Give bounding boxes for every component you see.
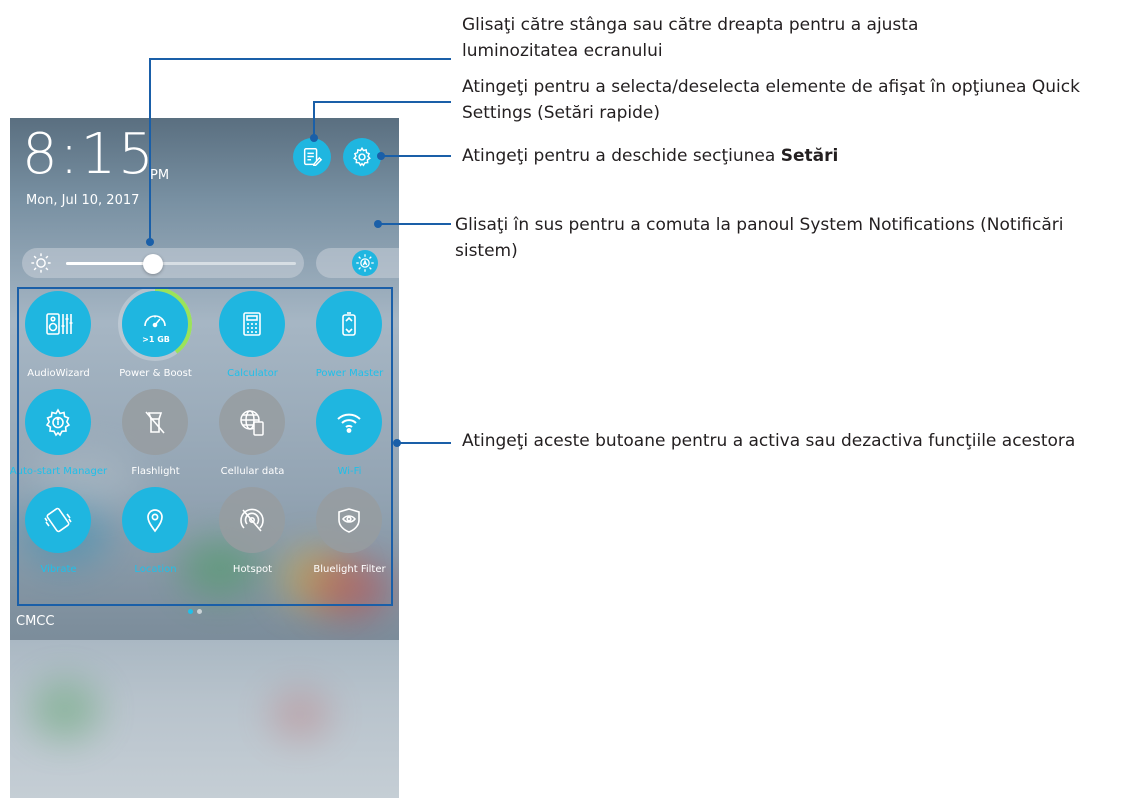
brightness-thumb[interactable] <box>143 254 164 274</box>
brightness-track[interactable] <box>66 254 296 274</box>
sun-icon <box>31 253 51 273</box>
callout-line-edit <box>313 101 451 103</box>
page-dot-active <box>188 609 193 614</box>
settings-button[interactable] <box>343 138 381 176</box>
callout-line-toggles <box>397 442 451 444</box>
auto-brightness-container <box>316 248 399 278</box>
annotation-settings-text: Atingeţi pentru a deschide secţiunea <box>462 146 781 166</box>
edit-quick-settings-button[interactable] <box>293 138 331 176</box>
callout-line-settings <box>381 155 451 157</box>
clock-date: Mon, Jul 10, 2017 <box>26 193 140 208</box>
annotation-settings: Atingeţi pentru a deschide secţiunea Set… <box>462 143 1112 169</box>
annotation-notifications: Glisaţi în sus pentru a comuta la panoul… <box>455 215 1064 261</box>
callout-line-edit <box>313 101 315 138</box>
auto-brightness-icon <box>356 254 374 272</box>
callout-point <box>377 152 385 160</box>
brightness-slider[interactable] <box>22 248 304 278</box>
tiles-callout-box <box>17 287 393 606</box>
background-blur <box>30 680 100 740</box>
carrier-label: CMCC <box>16 614 55 629</box>
callout-point <box>310 134 318 142</box>
page-dot <box>197 609 202 614</box>
callout-line-brightness <box>149 58 151 242</box>
callout-point <box>146 238 154 246</box>
clock-ampm: PM <box>150 168 170 183</box>
gear-icon <box>353 146 371 167</box>
callout-line-notifications <box>378 223 451 225</box>
callout-point <box>393 439 401 447</box>
background-blur <box>270 690 330 740</box>
annotation-toggles: Atingeţi aceste butoane pentru a activa … <box>462 431 1076 451</box>
annotation-brightness: Glisaţi către stânga sau către dreapta p… <box>462 15 919 61</box>
clock-time: 8:15 <box>22 122 156 187</box>
callout-point <box>374 220 382 228</box>
annotation-settings-bold: Setări <box>780 146 839 166</box>
callout-line-brightness <box>149 58 451 60</box>
notification-panel-area[interactable] <box>10 640 399 798</box>
edit-list-icon <box>303 148 323 166</box>
auto-brightness-button[interactable] <box>352 250 378 276</box>
brightness-fill <box>66 262 154 265</box>
annotation-quick-settings: Atingeţi pentru a selecta/deselecta elem… <box>462 77 1080 123</box>
